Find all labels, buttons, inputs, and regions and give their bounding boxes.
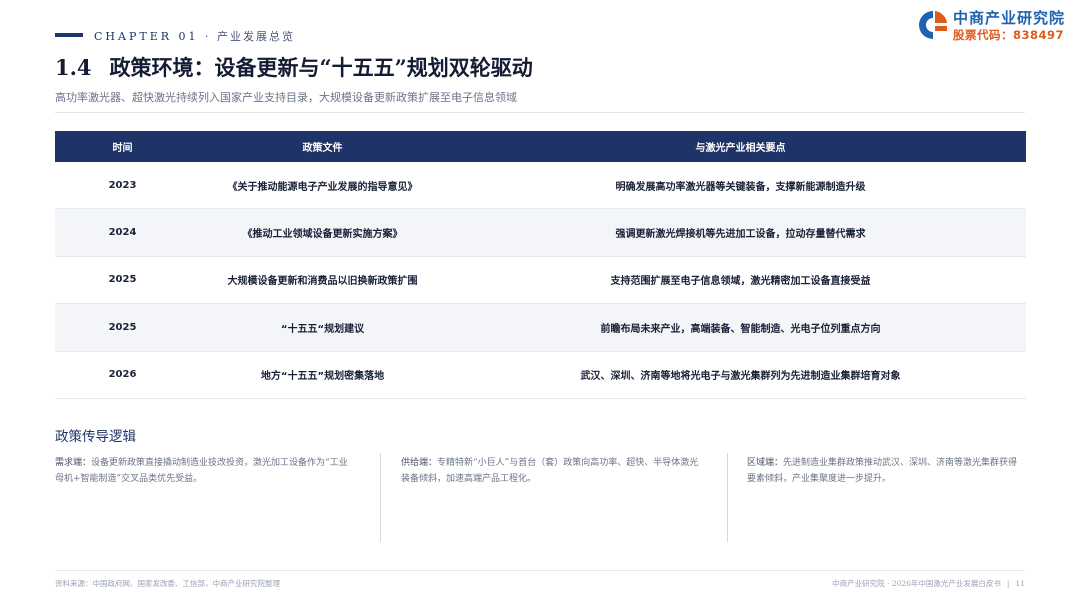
- footer-separator: |: [1006, 579, 1010, 588]
- section-number: 1.4: [55, 55, 92, 80]
- footer-divider: [55, 570, 1025, 571]
- cell-point: 武汉、深圳、济南等地将光电子与激光集群列为先进制造业集群培育对象: [580, 371, 901, 383]
- cell-point: 前瞻布局未来产业，高端装备、智能制造、光电子位列重点方向: [600, 323, 881, 335]
- page-number: 11: [1015, 579, 1025, 588]
- cell-point: 支持范围扩展至电子信息领域，激光精密加工设备直接受益: [610, 276, 871, 288]
- logic-label: 供给端：: [401, 458, 438, 468]
- cell-year: 2024: [108, 227, 137, 239]
- chapter-subtitle: 产业发展总览: [217, 30, 295, 43]
- header-cell-points: 与激光产业相关要点: [695, 143, 786, 154]
- company-logo: 中商产业研究院 股票代码：838497: [917, 6, 1075, 42]
- table-row: 2023 《关于推动能源电子产业发展的指导意见》 明确发展高功率激光器等关键装备…: [55, 162, 1026, 210]
- logic-text: 先进制造业集群政策推动武汉、深圳、济南等激光集群获得要素倾斜，产业集聚度进一步提…: [747, 458, 1018, 484]
- logic-label: 需求端：: [55, 458, 92, 468]
- logo-stock-code: 股票代码：838497: [953, 28, 1065, 42]
- column-divider: [380, 453, 381, 542]
- cell-point: 强调更新激光焊接机等先进加工设备，拉动存量替代需求: [615, 229, 866, 241]
- cell-year: 2025: [108, 274, 137, 286]
- footer-info: 中商产业研究院 · 2026年中国激光产业发展白皮书 | 11: [832, 578, 1025, 589]
- cell-document: 地方“十五五”规划密集落地: [260, 371, 385, 383]
- footer-publication: 中商产业研究院 · 2026年中国激光产业发展白皮书: [832, 579, 1001, 588]
- cell-year: 2023: [108, 179, 137, 191]
- zhongshang-logo-icon: [919, 11, 947, 39]
- section-title-text: 政策环境：设备更新与“十五五”规划双轮驱动: [109, 55, 533, 80]
- logic-label: 区域端：: [747, 458, 784, 468]
- cell-year: 2026: [108, 369, 137, 381]
- header-divider: [55, 112, 1025, 113]
- column-divider: [727, 453, 728, 542]
- chapter-separator: ·: [205, 30, 211, 43]
- cell-document: 《关于推动能源电子产业发展的指导意见》: [227, 181, 418, 193]
- logic-section-title: 政策传导逻辑: [55, 429, 136, 445]
- logic-text: 设备更新政策直接撬动制造业技改投资，激光加工设备作为“工业母机+智能制造”交叉品…: [55, 458, 348, 484]
- page-subtitle: 高功率激光器、超快激光持续列入国家产业支持目录，大规模设备更新政策扩展至电子信息…: [55, 91, 517, 104]
- source-note: 资料来源：中国政府网、国家发改委、工信部，中商产业研究院整理: [55, 579, 280, 588]
- chapter-label: CHAPTER 01 · 产业发展总览: [94, 28, 295, 44]
- header-cell-document: 政策文件: [302, 143, 343, 154]
- cell-document: 大规模设备更新和消费品以旧换新政策扩围: [227, 276, 418, 288]
- logo-company-name: 中商产业研究院: [953, 9, 1066, 27]
- table-header-row: 时间 政策文件 与激光产业相关要点: [55, 131, 1026, 162]
- cell-point: 明确发展高功率激光器等关键装备，支撑新能源制造升级: [615, 181, 866, 193]
- table-row: 2025 大规模设备更新和消费品以旧换新政策扩围 支持范围扩展至电子信息领域，激…: [55, 257, 1026, 305]
- table-row: 2025 “十五五“规划建议 前瞻布局未来产业，高端装备、智能制造、光电子位列重…: [55, 304, 1026, 352]
- page-title: 1.4 政策环境：设备更新与“十五五”规划双轮驱动: [55, 52, 533, 82]
- cell-document: “十五五“规划建议: [280, 323, 365, 335]
- policy-table: 时间 政策文件 与激光产业相关要点 2023 《关于推动能源电子产业发展的指导意…: [55, 131, 1026, 399]
- table-row: 2024 《推动工业领域设备更新实施方案》 强调更新激光焊接机等先进加工设备，拉…: [55, 209, 1026, 257]
- chapter-accent-bar: [55, 33, 83, 37]
- logic-text: 专精特新“小巨人”与首台（套）政策向高功率、超快、半导体激光装备倾斜，加速高端产…: [401, 458, 699, 484]
- cell-document: 《推动工业领域设备更新实施方案》: [242, 229, 403, 241]
- logic-column-region: 区域端：先进制造业集群政策推动武汉、深圳、济南等激光集群获得要素倾斜，产业集聚度…: [747, 455, 1026, 487]
- logic-column-supply: 供给端：专精特新“小巨人”与首台（套）政策向高功率、超快、半导体激光装备倾斜，加…: [401, 455, 707, 487]
- logic-column-demand: 需求端：设备更新政策直接撬动制造业技改投资，激光加工设备作为“工业母机+智能制造…: [55, 455, 355, 487]
- chapter-number: CHAPTER 01: [94, 30, 199, 43]
- header-cell-time: 时间: [112, 143, 133, 154]
- table-row: 2026 地方“十五五”规划密集落地 武汉、深圳、济南等地将光电子与激光集群列为…: [55, 352, 1026, 399]
- cell-year: 2025: [108, 321, 137, 333]
